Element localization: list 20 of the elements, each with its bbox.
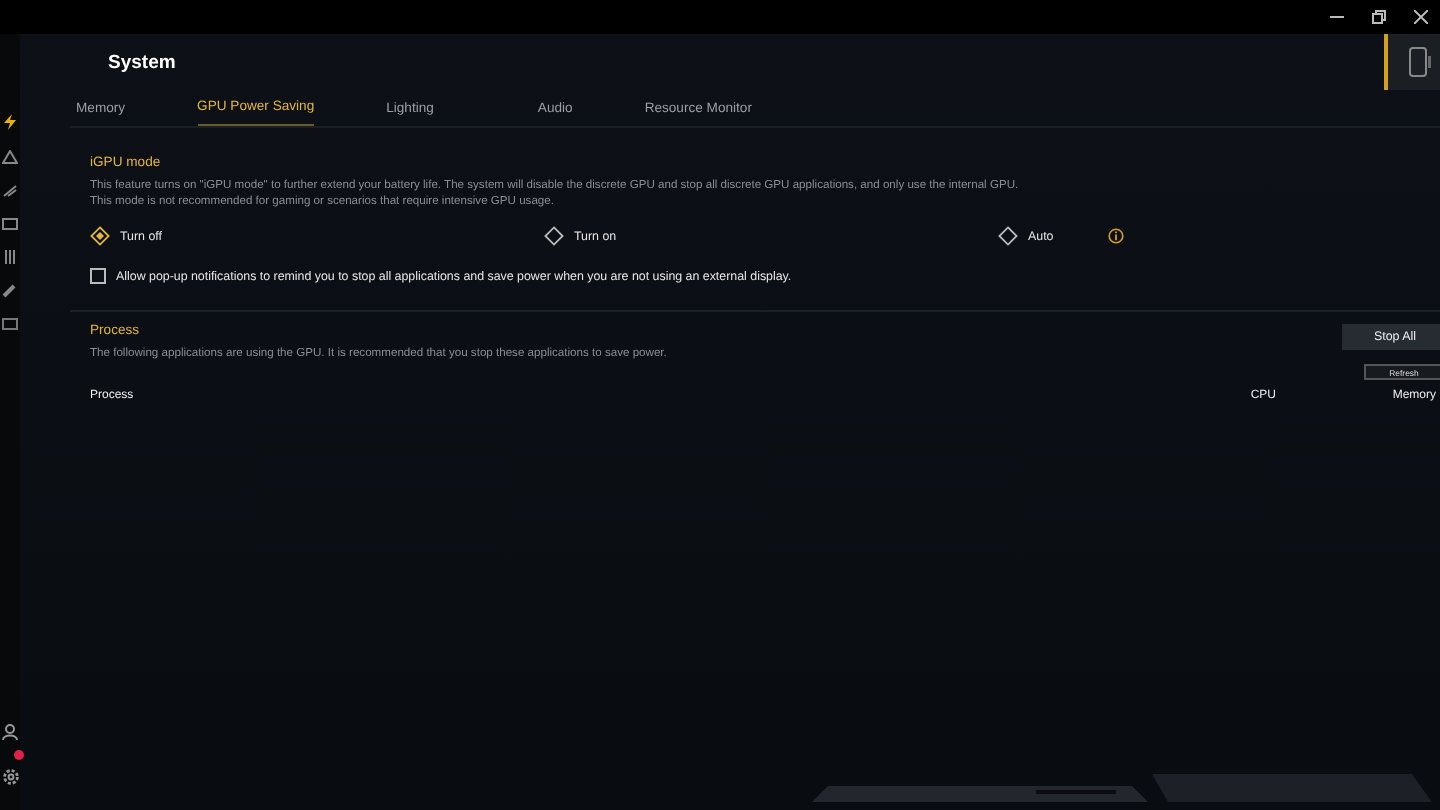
radio-button[interactable] [544,226,564,246]
page-title: System [108,52,176,74]
notification-dot [14,750,24,760]
sliders-icon[interactable] [2,250,18,264]
device-icon[interactable] [2,318,18,330]
slash-icon[interactable] [2,184,18,198]
restore-icon[interactable] [1372,10,1386,24]
lightning-icon[interactable] [2,114,18,130]
checkbox[interactable] [90,268,106,284]
close-icon[interactable] [1414,10,1428,24]
settings-icon[interactable] [2,768,20,786]
radio-button[interactable] [998,226,1018,246]
triangle-icon[interactable] [2,150,18,164]
battery-icon [1408,46,1432,78]
device-thumbnail[interactable] [1384,34,1440,90]
user-icon[interactable] [2,724,18,740]
card-icon[interactable] [2,218,18,230]
info-icon[interactable] [1107,228,1124,244]
radio-button[interactable] [90,226,110,246]
minimize-icon[interactable] [1330,10,1344,24]
